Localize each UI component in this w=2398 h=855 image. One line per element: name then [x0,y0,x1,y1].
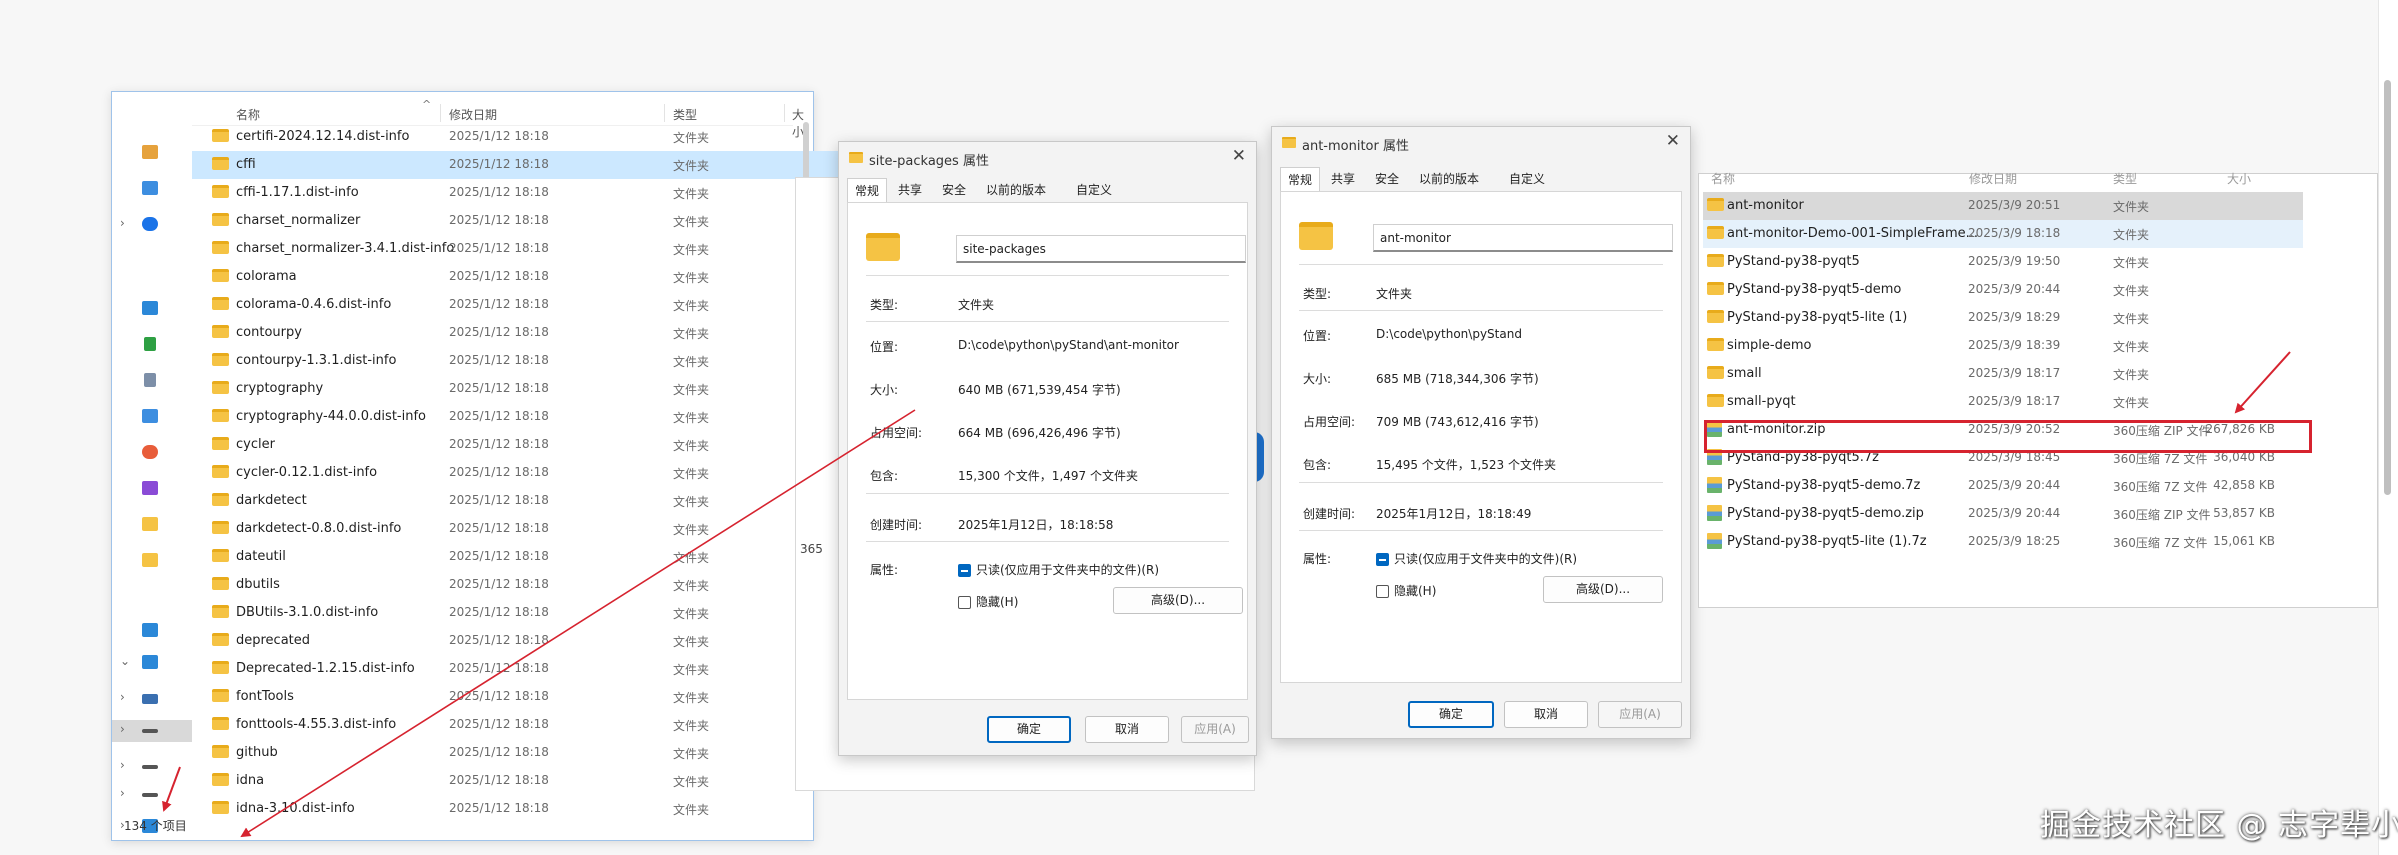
watermark: 掘金技术社区 @ 志字辈小蚂蚁 [2040,808,2398,843]
arrow-from-site-packages [240,409,916,838]
annotation-arrows [162,351,2291,838]
arrow-to-zip [2234,351,2291,414]
arrow-to-item-count [162,766,181,812]
